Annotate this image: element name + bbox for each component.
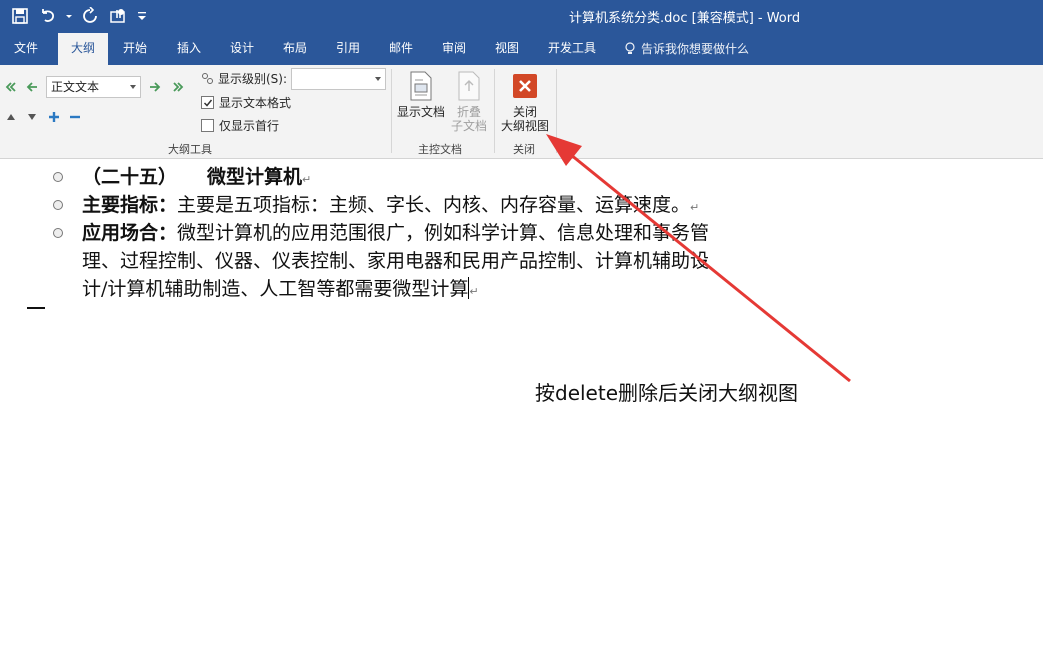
- lightbulb-icon: [625, 42, 635, 54]
- group-label-master-document: 主控文档: [418, 143, 462, 156]
- tab-references[interactable]: 引用: [323, 33, 373, 65]
- heading-number: （二十五）: [82, 166, 178, 188]
- empty-outline-paragraph[interactable]: [27, 307, 45, 309]
- paragraph-mark: ↵: [690, 201, 700, 214]
- collapse-icon[interactable]: [67, 109, 83, 125]
- tab-design[interactable]: 设计: [217, 33, 267, 65]
- collapse-subdocuments-button[interactable]: 折叠 子文档: [450, 71, 488, 133]
- demote-to-body-icon[interactable]: [170, 79, 186, 95]
- outline-paragraph-applications[interactable]: 应用场合：微型计算机的应用范围很广，例如科学计算、信息处理和事务管 理、过程控制…: [82, 219, 709, 306]
- group-label-close: 关闭: [513, 143, 535, 156]
- title-bar: 计算机系统分类.doc [兼容模式] - Word: [0, 0, 1043, 33]
- checkbox-unchecked-icon[interactable]: [201, 119, 214, 132]
- ribbon-outline: 正文文本 显示级别(S): 显示文本格式 仅显示首行 大纲工具 显示文档 折叠 …: [0, 65, 1043, 159]
- collapse-label-line1: 折叠: [456, 105, 481, 119]
- tab-home[interactable]: 开始: [110, 33, 160, 65]
- paragraph-mark: ↵: [469, 285, 479, 298]
- move-up-icon[interactable]: [3, 109, 19, 125]
- tell-me-text: 告诉我你想要做什么: [641, 42, 750, 56]
- tab-insert[interactable]: 插入: [164, 33, 214, 65]
- applications-line1: 微型计算机的应用范围很广，例如科学计算、信息处理和事务管: [177, 222, 710, 244]
- outline-level-value: 正文文本: [51, 80, 100, 94]
- group-label-outline-tools: 大纲工具: [168, 143, 212, 156]
- group-separator: [494, 69, 495, 153]
- indicators-text: 主要是五项指标：主频、字长、内核、内存容量、运算速度。: [177, 194, 691, 216]
- promote-icon[interactable]: [24, 79, 40, 95]
- instruction-annotation: 按delete删除后关闭大纲视图: [535, 381, 799, 405]
- close-label-line1: 关闭: [512, 105, 537, 119]
- group-separator: [556, 69, 557, 153]
- show-level-icon: [202, 72, 213, 84]
- applications-line2: 理、过程控制、仪器、仪表控制、家用电器和民用产品控制、计算机辅助设: [82, 250, 710, 272]
- indicators-label: 主要指标：: [82, 194, 178, 216]
- outline-bullet-icon[interactable]: [53, 200, 63, 210]
- move-down-icon[interactable]: [24, 109, 40, 125]
- outline-bullet-icon[interactable]: [53, 228, 63, 238]
- show-level-text: 显示级别(S):: [218, 72, 288, 86]
- show-text-format-checkbox[interactable]: 显示文本格式: [201, 94, 291, 111]
- paragraph-mark: ↵: [302, 173, 312, 186]
- tab-review[interactable]: 审阅: [429, 33, 479, 65]
- heading-text: 微型计算机: [207, 166, 303, 188]
- outline-paragraph-indicators[interactable]: 主要指标：主要是五项指标：主频、字长、内核、内存容量、运算速度。↵: [82, 191, 699, 222]
- show-text-format-label: 显示文本格式: [219, 96, 292, 110]
- tab-layout[interactable]: 布局: [270, 33, 320, 65]
- demote-icon[interactable]: [147, 79, 163, 95]
- document-area[interactable]: （二十五） 微型计算机↵ 主要指标：主要是五项指标：主频、字长、内核、内存容量、运…: [0, 160, 1043, 669]
- applications-line3: 计/计算机辅助制造、人工智等都需要微型计算: [82, 278, 469, 300]
- applications-label: 应用场合：: [82, 222, 178, 244]
- outline-bullet-icon[interactable]: [53, 172, 63, 182]
- show-document-icon: [407, 71, 435, 101]
- redo-icon[interactable]: [78, 5, 102, 27]
- chevron-down-icon: [375, 77, 381, 81]
- save-icon[interactable]: [8, 5, 32, 27]
- outline-paragraph-heading[interactable]: （二十五） 微型计算机↵: [82, 163, 311, 194]
- outline-level-select[interactable]: 正文文本: [46, 76, 141, 98]
- undo-icon[interactable]: [36, 5, 60, 27]
- tab-file[interactable]: 文件: [0, 33, 52, 65]
- tell-me-box[interactable]: 告诉我你想要做什么: [624, 33, 749, 65]
- chevron-down-icon: [130, 85, 136, 89]
- touch-mode-icon[interactable]: [106, 5, 130, 27]
- checkbox-checked-icon[interactable]: [201, 96, 214, 109]
- undo-dropdown-icon[interactable]: [64, 5, 74, 27]
- tab-view[interactable]: 视图: [482, 33, 532, 65]
- show-first-line-checkbox[interactable]: 仅显示首行: [201, 117, 279, 134]
- collapse-label-line2: 子文档: [450, 119, 487, 133]
- close-icon: [511, 71, 539, 101]
- show-level-select[interactable]: [291, 68, 386, 90]
- tab-developer[interactable]: 开发工具: [538, 33, 606, 65]
- customize-icon[interactable]: [134, 5, 150, 27]
- ribbon-tabs: 文件 大纲 开始 插入 设计 布局 引用 邮件 审阅 视图 开发工具 告诉我你想…: [0, 33, 1043, 65]
- show-document-label: 显示文档: [397, 105, 446, 119]
- show-document-button[interactable]: 显示文档: [397, 71, 445, 119]
- collapse-subdocuments-icon: [455, 71, 483, 101]
- promote-to-heading1-icon[interactable]: [3, 79, 19, 95]
- show-first-line-label: 仅显示首行: [219, 119, 280, 133]
- show-level-label: 显示级别(S):: [201, 70, 287, 87]
- expand-icon[interactable]: [46, 109, 62, 125]
- tab-mailings[interactable]: 邮件: [376, 33, 426, 65]
- window-title: 计算机系统分类.doc [兼容模式] - Word: [569, 11, 801, 26]
- group-separator: [391, 69, 392, 153]
- tab-outline[interactable]: 大纲: [58, 33, 108, 65]
- close-label-line2: 大纲视图: [500, 119, 549, 133]
- close-outline-view-button[interactable]: 关闭 大纲视图: [500, 71, 550, 133]
- quick-access-toolbar: [8, 5, 150, 27]
